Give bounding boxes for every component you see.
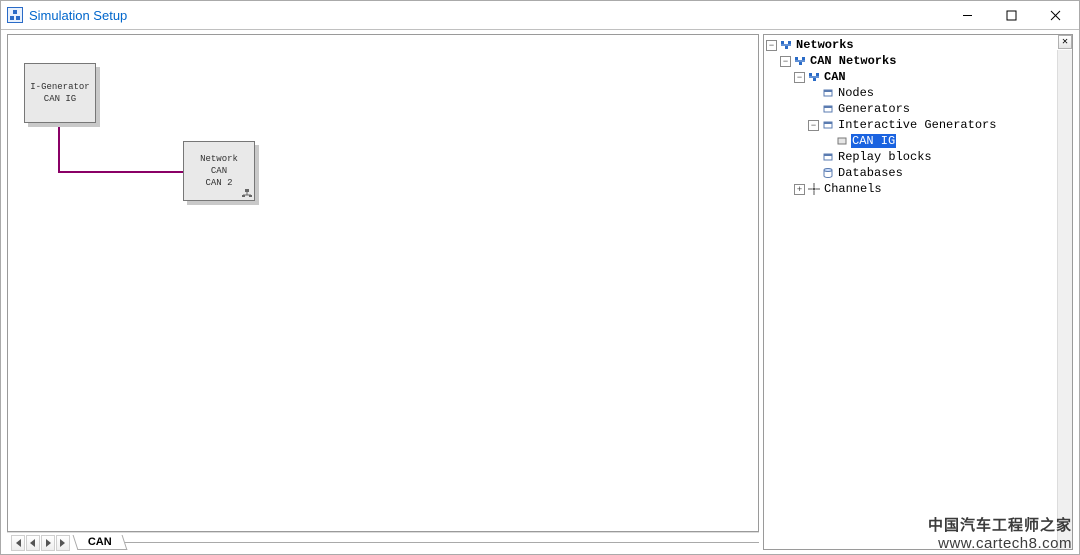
app-icon (7, 7, 23, 23)
collapse-icon[interactable]: − (780, 56, 791, 67)
tree-node-channels[interactable]: + Channels (766, 181, 1070, 197)
network-icon (779, 39, 792, 52)
node-icon (821, 87, 834, 100)
tree-node-replay-blocks[interactable]: Replay blocks (766, 149, 1070, 165)
tree-panel: ✕ − Networks − CAN Networks − CAN (763, 34, 1073, 550)
database-icon (821, 167, 834, 180)
generator-icon (821, 103, 834, 116)
tree-node-can-networks[interactable]: − CAN Networks (766, 53, 1070, 69)
tree-node-networks[interactable]: − Networks (766, 37, 1070, 53)
tab-nav-last[interactable] (56, 535, 70, 551)
block-type-label: I-Generator (30, 82, 89, 92)
sheet-tab-can[interactable]: CAN (73, 535, 128, 550)
block-name-label: CAN IG (44, 94, 76, 104)
content-row: I-Generator CAN IG Network CAN CAN 2 (1, 29, 1079, 554)
tree-node-can-ig[interactable]: CAN IG (766, 133, 1070, 149)
tab-nav-first[interactable] (11, 535, 25, 551)
maximize-button[interactable] (989, 2, 1033, 28)
tree-scrollbar[interactable] (1057, 50, 1072, 549)
wire-horizontal (58, 171, 186, 173)
collapse-icon[interactable]: − (808, 120, 819, 131)
panel-close-icon[interactable]: ✕ (1058, 35, 1072, 49)
wire-vertical (58, 123, 60, 173)
network-icon (807, 71, 820, 84)
ig-icon (835, 135, 848, 148)
expand-icon[interactable]: + (794, 184, 805, 195)
network-block[interactable]: Network CAN CAN 2 (183, 141, 255, 201)
channels-icon (807, 183, 820, 196)
tree-node-nodes[interactable]: Nodes (766, 85, 1070, 101)
network-canvas[interactable]: I-Generator CAN IG Network CAN CAN 2 (7, 34, 759, 532)
window-title: Simulation Setup (29, 8, 127, 23)
tab-nav-next[interactable] (41, 535, 55, 551)
close-button[interactable] (1033, 2, 1077, 28)
replay-icon (821, 151, 834, 164)
network-icon (793, 55, 806, 68)
block-type-label: Network (200, 154, 238, 164)
titlebar[interactable]: Simulation Setup (1, 1, 1079, 29)
tree-node-generators[interactable]: Generators (766, 101, 1070, 117)
generator-icon (821, 119, 834, 132)
block-name-label: CAN (211, 166, 227, 176)
network-tree[interactable]: − Networks − CAN Networks − CAN (764, 35, 1072, 199)
tab-nav-prev[interactable] (26, 535, 40, 551)
minimize-button[interactable] (945, 2, 989, 28)
collapse-icon[interactable]: − (794, 72, 805, 83)
canvas-wrapper: I-Generator CAN IG Network CAN CAN 2 (1, 30, 761, 554)
tab-strip-line (124, 542, 759, 543)
sheet-tab-strip: CAN (7, 532, 759, 552)
block-channel-label: CAN 2 (205, 178, 232, 188)
simulation-setup-window: Simulation Setup I-Generator CAN IG (0, 0, 1080, 555)
igenerator-block[interactable]: I-Generator CAN IG (24, 63, 96, 123)
tree-node-can[interactable]: − CAN (766, 69, 1070, 85)
network-glyph-icon (242, 188, 252, 198)
collapse-icon[interactable]: − (766, 40, 777, 51)
tree-node-databases[interactable]: Databases (766, 165, 1070, 181)
tree-node-interactive-generators[interactable]: − Interactive Generators (766, 117, 1070, 133)
